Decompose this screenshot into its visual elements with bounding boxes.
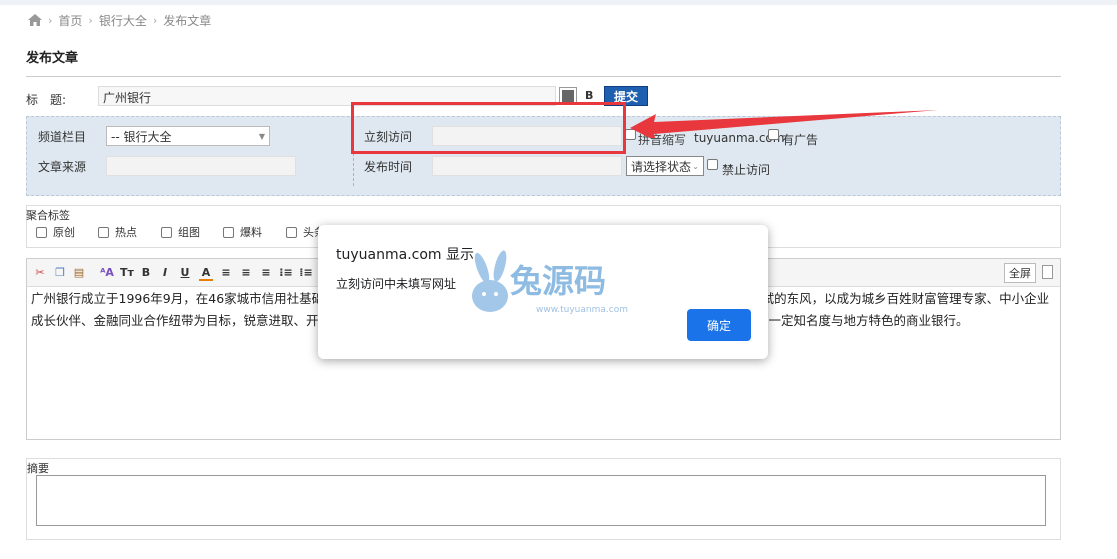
status-select-value: 请选择状态	[631, 159, 692, 174]
watermark-url: www.tuyuanma.com	[536, 305, 628, 315]
tag-checkbox[interactable]	[98, 226, 109, 238]
ordered-list-icon[interactable]: ⁝≡	[279, 266, 293, 279]
channel-select[interactable]: -- 银行大全 ▼	[106, 126, 270, 146]
font-size-icon[interactable]: Tт	[120, 266, 134, 279]
breadcrumb: › 首页 › 银行大全 › 发布文章	[28, 12, 211, 28]
font-icon[interactable]: ᴬA	[100, 266, 114, 279]
highlight-box	[351, 102, 626, 154]
watermark-brand: 兔源码	[510, 262, 606, 300]
divider	[26, 76, 1061, 77]
tag-checkbox[interactable]	[161, 226, 172, 238]
color-swatch-icon	[562, 90, 574, 102]
tag-checkbox[interactable]	[223, 226, 234, 238]
tag-scoop[interactable]: 爆料	[223, 224, 262, 240]
tags-legend: 聚合标签	[26, 209, 70, 222]
source-input[interactable]	[106, 156, 296, 176]
breadcrumb-item-home[interactable]: 首页	[58, 12, 82, 29]
dialog-title: tuyuanma.com 显示	[336, 247, 474, 263]
chevron-right-icon: ›	[152, 13, 158, 27]
tag-checkbox[interactable]	[36, 226, 47, 238]
breadcrumb-item-current: 发布文章	[163, 13, 212, 28]
page-title: 发布文章	[26, 51, 79, 66]
forbid-label: 禁止访问	[722, 163, 771, 177]
publish-time-input[interactable]	[432, 156, 622, 176]
cut-icon[interactable]: ✂	[33, 266, 47, 279]
tag-checkbox[interactable]	[286, 226, 297, 238]
align-center-icon[interactable]: ≡	[239, 266, 253, 279]
align-left-icon[interactable]: ≡	[219, 266, 233, 279]
fullscreen-button[interactable]: 全屏	[1004, 263, 1036, 283]
summary-label: 摘要	[27, 462, 49, 475]
tag-label: 原创	[53, 226, 75, 239]
rabbit-logo-icon: 兔源码 www.tuyuanma.com	[472, 250, 628, 315]
unordered-list-icon[interactable]: ⁞≡	[299, 266, 313, 279]
home-icon[interactable]	[28, 14, 42, 26]
chevron-down-icon: ⌄	[692, 161, 699, 171]
font-color-icon[interactable]: A	[199, 266, 213, 281]
source-label: 文章来源	[38, 160, 87, 174]
channel-label: 频道栏目	[38, 130, 87, 144]
italic-icon[interactable]: I	[158, 266, 172, 279]
breadcrumb-item-banks[interactable]: 银行大全	[99, 12, 147, 29]
dialog-ok-button[interactable]: 确定	[687, 309, 751, 341]
copy-icon[interactable]: ❐	[53, 266, 67, 279]
tag-original[interactable]: 原创	[36, 224, 75, 240]
tag-label: 组图	[178, 226, 200, 239]
paste-icon[interactable]: ▤	[72, 266, 86, 279]
top-strip	[0, 0, 1117, 5]
source-document-icon[interactable]	[1042, 265, 1053, 279]
annotation-arrow-icon	[630, 110, 938, 138]
chevron-right-icon: ›	[48, 13, 53, 27]
title-label: 标 题:	[26, 93, 67, 107]
align-right-icon[interactable]: ≡	[259, 266, 273, 279]
underline-icon[interactable]: U	[178, 266, 192, 279]
tag-gallery[interactable]: 组图	[161, 224, 200, 240]
tag-hot[interactable]: 热点	[98, 224, 137, 240]
caret-down-icon: ▼	[258, 131, 265, 141]
publish-time-label: 发布时间	[364, 160, 413, 174]
chevron-right-icon: ›	[88, 13, 93, 27]
tag-label: 热点	[115, 226, 137, 239]
status-select[interactable]: 请选择状态 ⌄	[626, 156, 704, 176]
channel-select-value: -- 银行大全	[111, 129, 172, 144]
dialog-message: 立刻访问中未填写网址	[336, 277, 457, 291]
tag-label: 爆料	[240, 226, 262, 239]
summary-textarea[interactable]	[36, 475, 1046, 526]
bold-toggle[interactable]: B	[585, 89, 593, 102]
bold-icon[interactable]: B	[139, 266, 153, 279]
forbid-checkbox[interactable]	[707, 159, 718, 170]
